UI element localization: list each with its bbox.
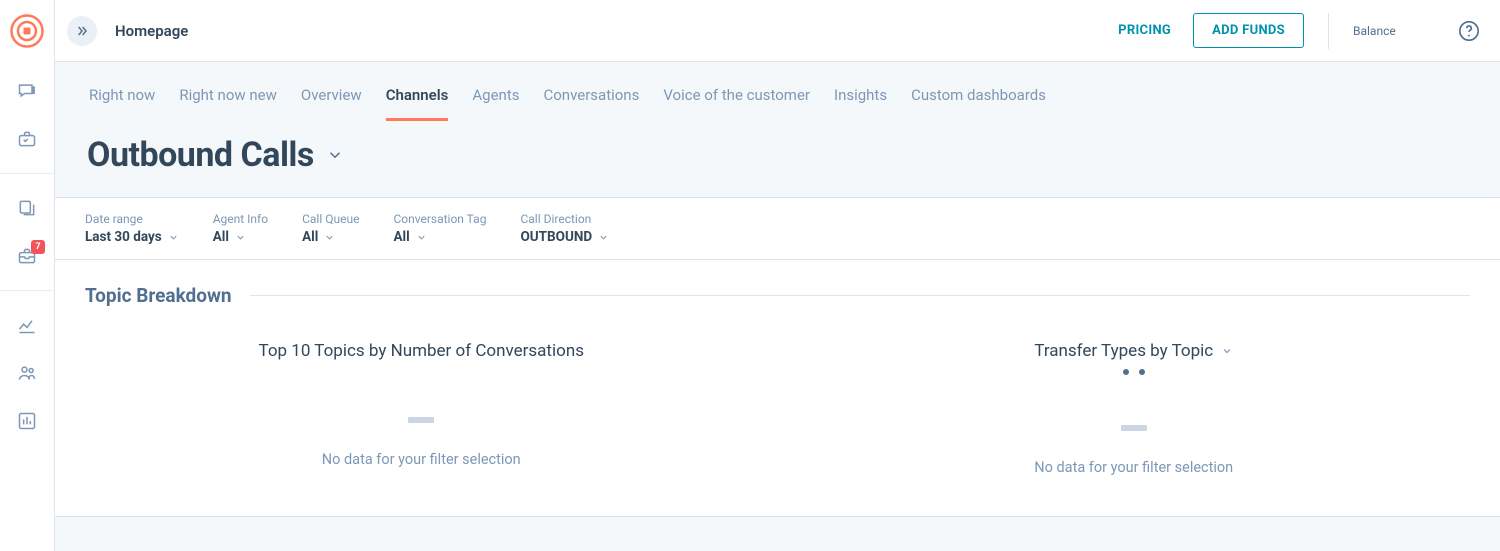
- briefcase-icon[interactable]: [17, 129, 37, 149]
- pagination-dots[interactable]: [1123, 369, 1145, 375]
- filter-call-direction[interactable]: Call Direction OUTBOUND: [520, 212, 609, 245]
- filter-label: Conversation Tag: [393, 212, 486, 226]
- messages-icon[interactable]: [17, 81, 37, 101]
- filter-call-queue[interactable]: Call Queue All: [302, 212, 359, 245]
- filter-value: OUTBOUND: [520, 229, 592, 245]
- no-data-icon: [1121, 425, 1147, 431]
- tab-insights[interactable]: Insights: [834, 86, 887, 121]
- filter-label: Date range: [85, 212, 179, 226]
- tab-voice-of-the-customer[interactable]: Voice of the customer: [663, 86, 810, 121]
- page-title: Outbound Calls: [87, 135, 314, 175]
- tab-channels[interactable]: Channels: [386, 86, 449, 121]
- brand-logo[interactable]: [9, 13, 45, 49]
- card-title: Transfer Types by Topic: [1034, 341, 1213, 361]
- help-icon[interactable]: [1458, 20, 1480, 42]
- chart-card: Top 10 Topics by Number of Conversations…: [85, 325, 758, 476]
- tab-right-now[interactable]: Right now: [89, 86, 155, 121]
- no-data-icon: [408, 417, 434, 423]
- filter-value: Last 30 days: [85, 229, 162, 245]
- tab-overview[interactable]: Overview: [301, 86, 362, 121]
- filter-label: Agent Info: [213, 212, 268, 226]
- no-data-message: No data for your filter selection: [1034, 459, 1233, 476]
- pricing-link[interactable]: PRICING: [1118, 23, 1171, 38]
- left-nav-rail: 7: [0, 0, 55, 551]
- filter-bar: Date rangeLast 30 daysAgent InfoAllCall …: [55, 197, 1500, 260]
- balance-display[interactable]: Balance: [1328, 13, 1438, 49]
- analytics-icon[interactable]: [17, 315, 37, 335]
- filter-value: All: [213, 229, 229, 245]
- chevron-down-icon: [598, 232, 609, 243]
- tab-conversations[interactable]: Conversations: [543, 86, 639, 121]
- rail-divider: [0, 290, 54, 291]
- balance-label: Balance: [1353, 24, 1438, 38]
- tab-right-now-new[interactable]: Right now new: [179, 86, 277, 121]
- chevron-down-icon[interactable]: [1221, 345, 1233, 357]
- chevron-down-icon: [235, 232, 246, 243]
- filter-value: All: [302, 229, 318, 245]
- section-title: Topic Breakdown: [85, 284, 232, 307]
- filter-conversation-tag[interactable]: Conversation Tag All: [393, 212, 486, 245]
- filter-label: Call Direction: [520, 212, 609, 226]
- dashboard-icon[interactable]: [17, 411, 37, 431]
- rail-divider: [0, 173, 54, 174]
- section-rule: [250, 295, 1470, 296]
- topic-breakdown-section: Topic Breakdown Top 10 Topics by Number …: [55, 260, 1500, 517]
- team-icon[interactable]: [17, 363, 37, 383]
- add-funds-button[interactable]: ADD FUNDS: [1193, 13, 1304, 48]
- chevron-down-icon: [324, 232, 335, 243]
- filter-value: All: [393, 229, 409, 245]
- filter-date-range[interactable]: Date range Last 30 days: [85, 212, 179, 245]
- chevron-down-icon: [168, 232, 179, 243]
- report-tabs: Right now Right now new Overview Channels Ag…: [69, 62, 1486, 121]
- breadcrumb[interactable]: Homepage: [115, 22, 188, 40]
- page-title-dropdown[interactable]: [326, 146, 344, 164]
- tab-custom-dashboards[interactable]: Custom dashboards: [911, 86, 1046, 121]
- chart-card: Transfer Types by Topic No data for your …: [798, 325, 1471, 476]
- main-content: Right now Right now new Overview Channels Ag…: [55, 62, 1500, 551]
- filter-label: Call Queue: [302, 212, 359, 226]
- inbox-badge: 7: [31, 240, 45, 254]
- filter-agent-info[interactable]: Agent Info All: [213, 212, 268, 245]
- expand-sidebar-button[interactable]: [67, 16, 97, 46]
- chevron-down-icon: [416, 232, 427, 243]
- tab-agents[interactable]: Agents: [472, 86, 519, 121]
- inbox-icon[interactable]: 7: [17, 246, 37, 266]
- no-data-message: No data for your filter selection: [322, 451, 521, 468]
- copy-icon[interactable]: [17, 198, 37, 218]
- card-title: Top 10 Topics by Number of Conversations: [259, 341, 584, 361]
- top-header: Homepage PRICING ADD FUNDS Balance: [55, 0, 1500, 62]
